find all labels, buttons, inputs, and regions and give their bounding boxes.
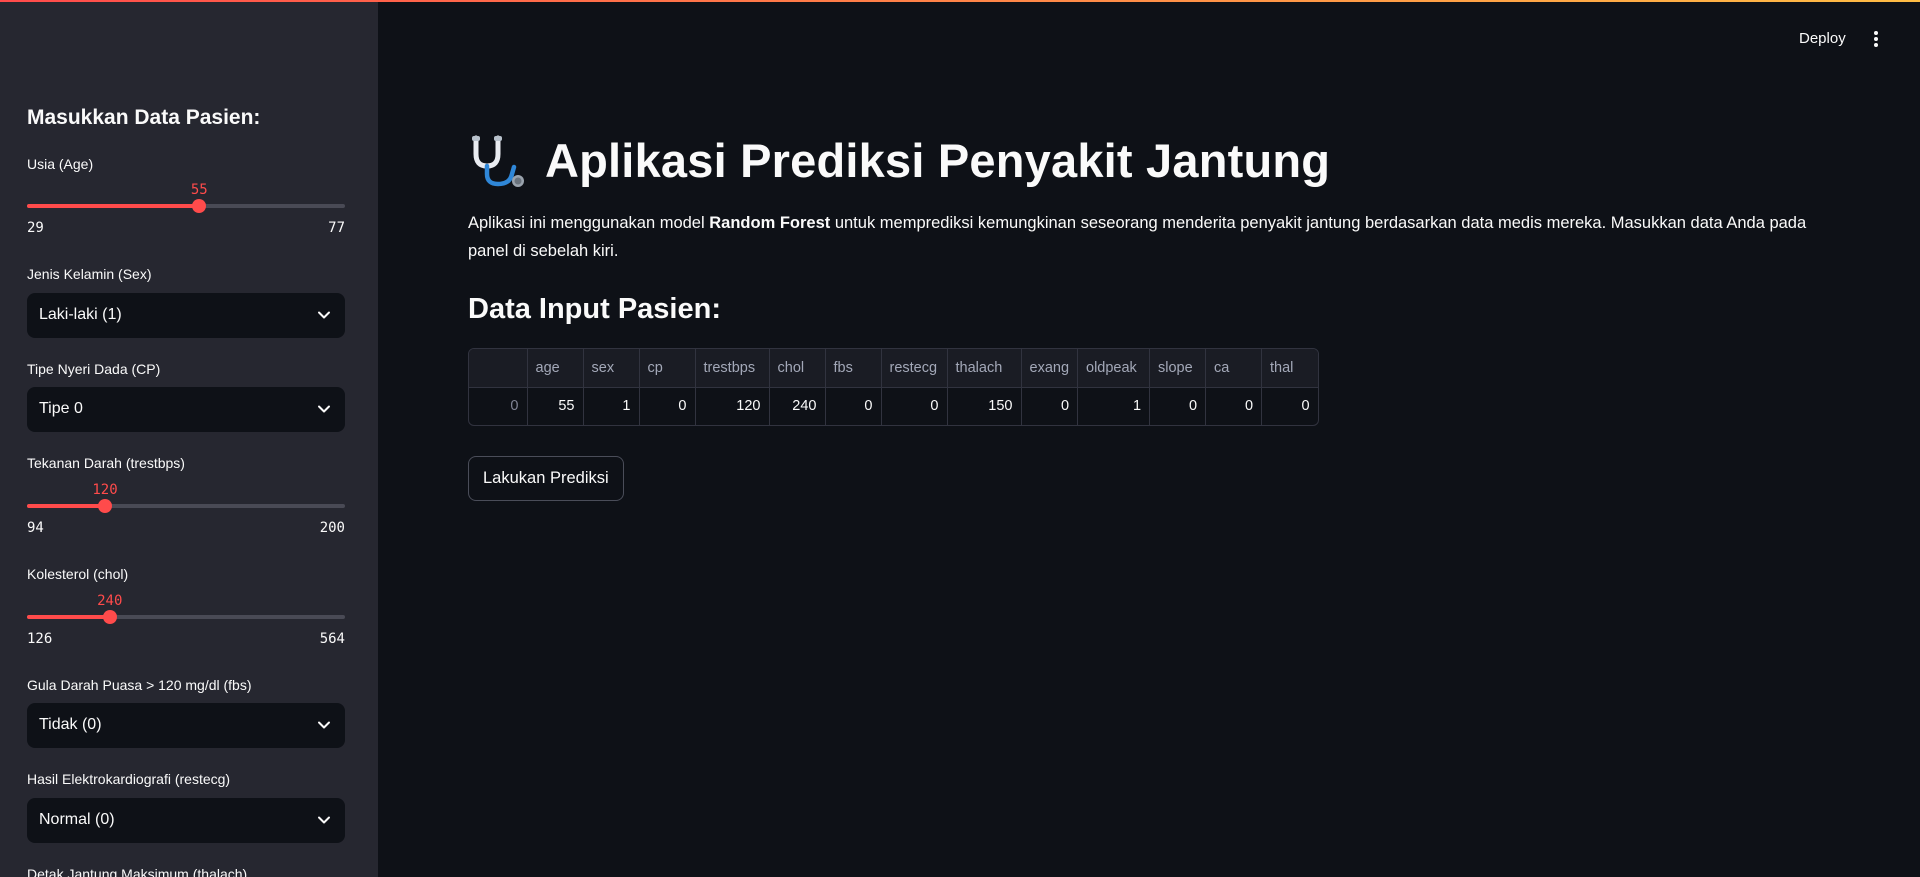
table-cell[interactable]: 0 — [1149, 386, 1207, 425]
slider-max: 200 — [319, 520, 345, 536]
top-decoration-bar — [0, 0, 1920, 2]
age-label: Usia (Age) — [27, 156, 94, 172]
slider-min: 94 — [27, 520, 44, 536]
thalach-label: Detak Jantung Maksimum (thalach) — [27, 866, 248, 877]
sidebar-heading: Masukkan Data Pasien: — [27, 106, 261, 129]
restecg-label: Hasil Elektrokardiografi (restecg) — [27, 771, 231, 787]
slider-fill — [27, 615, 110, 619]
sex-label: Jenis Kelamin (Sex) — [27, 266, 152, 282]
trestbps-slider[interactable]: 120 94 200 — [27, 482, 345, 542]
table-column-header[interactable]: cp — [638, 349, 696, 388]
description-text: Aplikasi ini menggunakan model — [468, 214, 710, 232]
chol-label: Kolesterol (chol) — [27, 566, 129, 582]
table-cell[interactable]: 0 — [1261, 386, 1318, 425]
fbs-label: Gula Darah Puasa > 120 mg/dl (fbs) — [27, 677, 252, 693]
table-column-header[interactable] — [469, 349, 528, 388]
table-cell[interactable]: 0 — [824, 386, 882, 425]
slider-track[interactable] — [27, 199, 345, 213]
table-column-header[interactable]: fbs — [824, 349, 882, 388]
table-column-header[interactable]: trestbps — [694, 349, 770, 388]
chevron-down-icon — [318, 816, 330, 824]
table-body: 0 55 1 0 120 240 0 0 150 0 1 0 0 0 — [469, 386, 1318, 425]
slider-min: 126 — [27, 631, 53, 647]
table-column-header[interactable]: restecg — [880, 349, 948, 388]
slider-thumb[interactable] — [98, 499, 112, 513]
table-cell[interactable]: 150 — [946, 386, 1022, 425]
sex-select[interactable]: Laki-laki (1) — [27, 293, 345, 338]
fbs-select[interactable]: Tidak (0) — [27, 703, 345, 748]
cp-select[interactable]: Tipe 0 — [27, 387, 345, 432]
age-slider[interactable]: 55 29 77 — [27, 182, 345, 242]
kebab-menu-icon[interactable] — [1872, 31, 1880, 49]
description-model-name: Random Forest — [709, 214, 831, 232]
table-column-header[interactable]: age — [526, 349, 584, 388]
sidebar: Masukkan Data Pasien: Usia (Age) 55 29 7… — [0, 0, 378, 877]
chevron-down-icon — [318, 311, 330, 319]
slider-max: 77 — [328, 220, 345, 236]
table-column-header[interactable]: thalach — [946, 349, 1022, 388]
table-cell[interactable]: 1 — [1077, 386, 1151, 425]
table-column-header[interactable]: exang — [1020, 349, 1079, 388]
chevron-down-icon — [318, 721, 330, 729]
table-header-row: age sex cp trestbps chol fbs restecg thalach exa… — [469, 349, 1318, 388]
table-cell[interactable]: 1 — [582, 386, 640, 425]
restecg-select[interactable]: Normal (0) — [27, 798, 345, 843]
slider-track[interactable] — [27, 499, 345, 513]
trestbps-label: Tekanan Darah (trestbps) — [27, 455, 185, 471]
sex-select-value: Laki-laki (1) — [39, 306, 122, 323]
table-column-header[interactable]: chol — [768, 349, 826, 388]
fbs-select-value: Tidak (0) — [39, 716, 102, 733]
table-cell[interactable]: 0 — [880, 386, 948, 425]
stethoscope-icon — [472, 135, 524, 187]
slider-fill — [27, 204, 200, 208]
cp-select-value: Tipe 0 — [39, 400, 83, 417]
predict-button[interactable]: Lakukan Prediksi — [468, 456, 624, 501]
slider-value: 55 — [190, 182, 208, 198]
cp-label: Tipe Nyeri Dada (CP) — [27, 361, 161, 377]
slider-fill — [27, 504, 105, 508]
table-cell[interactable]: 55 — [526, 386, 584, 425]
table-cell[interactable]: 0 — [638, 386, 696, 425]
slider-max: 564 — [319, 631, 345, 647]
slider-thumb[interactable] — [102, 610, 117, 624]
table-cell[interactable]: 240 — [768, 386, 826, 425]
slider-value: 240 — [97, 593, 123, 609]
app-description: Aplikasi ini menggunakan model Random Fo… — [468, 209, 1808, 265]
section-title: Data Input Pasien: — [468, 293, 721, 325]
table-cell[interactable]: 120 — [694, 386, 770, 425]
restecg-select-value: Normal (0) — [39, 811, 115, 828]
chevron-down-icon — [318, 405, 330, 413]
table-column-header[interactable]: slope — [1149, 349, 1207, 388]
table-cell[interactable]: 0 — [1205, 386, 1263, 425]
slider-value: 120 — [92, 482, 118, 498]
table-column-header[interactable]: ca — [1205, 349, 1263, 388]
table-row-index[interactable]: 0 — [469, 386, 528, 425]
slider-track[interactable] — [27, 610, 345, 624]
slider-thumb[interactable] — [192, 199, 207, 213]
patient-data-table[interactable]: age sex cp trestbps chol fbs restecg thalach exa… — [468, 348, 1319, 426]
deploy-button[interactable]: Deploy — [1799, 30, 1846, 47]
table-row: 0 55 1 0 120 240 0 0 150 0 1 0 0 0 — [469, 386, 1318, 425]
chol-slider[interactable]: 240 126 564 — [27, 593, 345, 653]
slider-min: 29 — [27, 220, 44, 236]
table-column-header[interactable]: thal — [1261, 349, 1318, 388]
table-column-header[interactable]: oldpeak — [1077, 349, 1151, 388]
page-title: Aplikasi Prediksi Penyakit Jantung — [545, 134, 1331, 187]
table-column-header[interactable]: sex — [582, 349, 640, 388]
table-cell[interactable]: 0 — [1020, 386, 1079, 425]
